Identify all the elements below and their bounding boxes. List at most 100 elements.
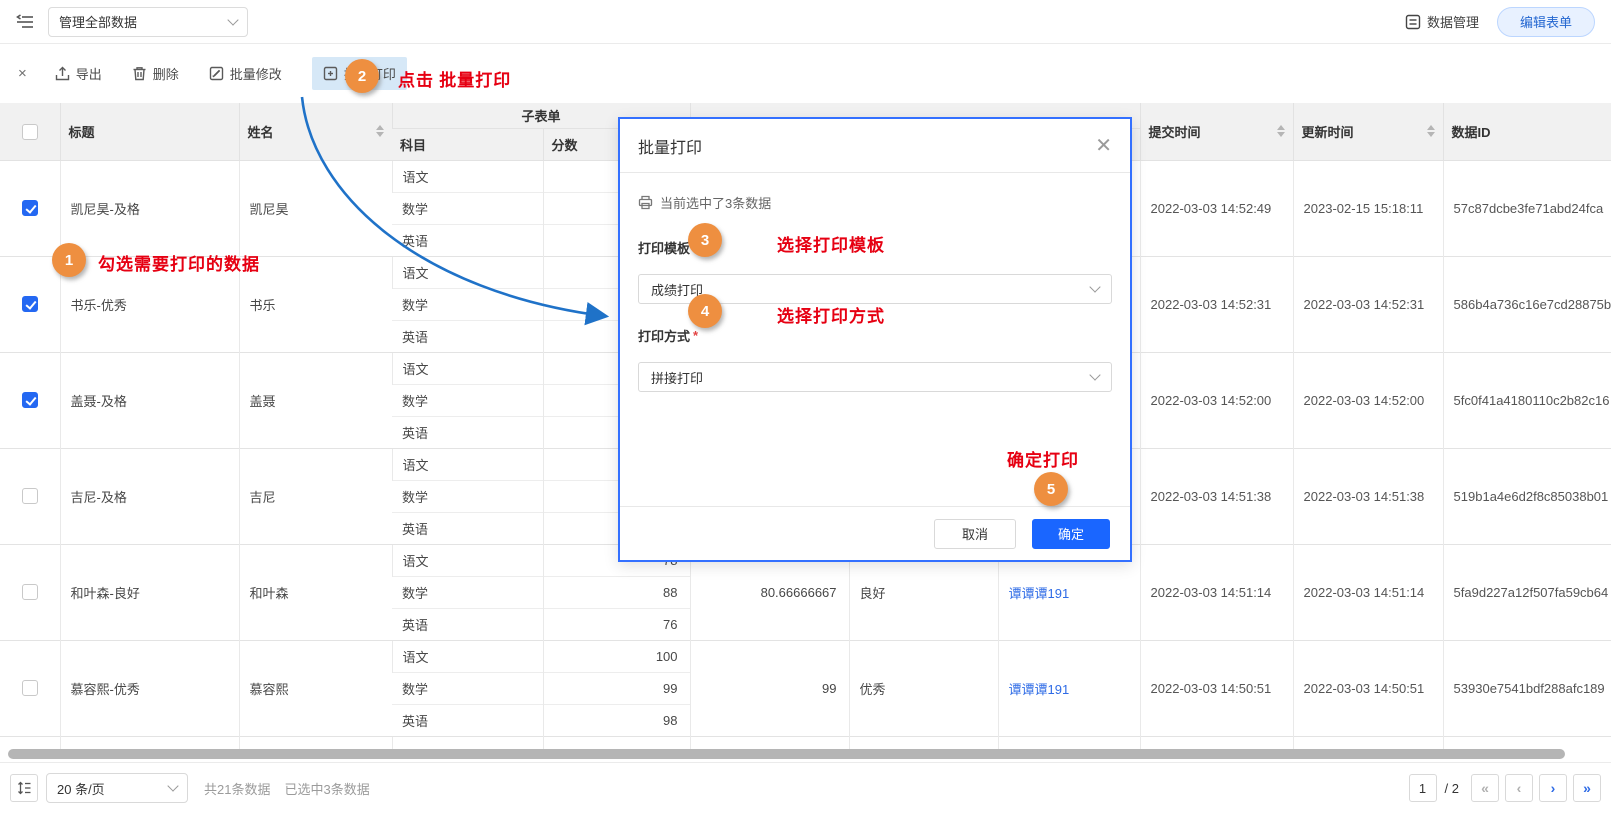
first-page-button[interactable]: « <box>1471 774 1499 802</box>
page-size-select[interactable]: 20 条/页 <box>46 773 188 803</box>
cell-subject: 英语 <box>392 224 543 256</box>
table-cell <box>239 736 392 749</box>
cell-title: 盖聂-及格 <box>60 352 239 448</box>
cell-subject: 语文 <box>392 256 543 288</box>
selected-count-label: 已选中3条数据 <box>284 779 369 798</box>
print-icon <box>323 66 338 81</box>
cell-update-time: 2022-03-03 14:52:31 <box>1293 256 1443 352</box>
cell-name: 和叶森 <box>239 544 392 640</box>
next-page-button[interactable]: › <box>1539 774 1567 802</box>
total-count-label: 共21条数据 <box>204 779 270 798</box>
cell-average: 99 <box>690 640 849 736</box>
page-input[interactable]: 1 <box>1409 774 1437 802</box>
step-text-4: 选择打印方式 <box>777 302 885 327</box>
cell-name: 吉尼 <box>239 448 392 544</box>
table-cell <box>1140 736 1293 749</box>
row-checkbox-cell <box>0 640 60 736</box>
row-checkbox[interactable] <box>22 680 38 696</box>
footer-bar: 20 条/页 共21条数据 已选中3条数据 1 / 2 « ‹ › » <box>0 762 1611 813</box>
cell-name: 慕容熙 <box>239 640 392 736</box>
cell-subject: 英语 <box>392 416 543 448</box>
table-cell <box>690 736 849 749</box>
cell-title: 和叶森-良好 <box>60 544 239 640</box>
sort-icon[interactable] <box>1427 125 1435 137</box>
cell-subject: 语文 <box>392 448 543 480</box>
cell-name: 书乐 <box>239 256 392 352</box>
edit-form-button[interactable]: 编辑表单 <box>1497 7 1595 37</box>
cell-link: 谭谭谭191 <box>998 640 1140 736</box>
data-manage-button[interactable]: 数据管理 <box>1405 12 1479 31</box>
cell-update-time: 2022-03-03 14:50:51 <box>1293 640 1443 736</box>
print-mode-select[interactable]: 拼接打印 <box>638 362 1112 392</box>
cell-score: 98 <box>543 704 690 736</box>
step-text-2: 点击 批量打印 <box>398 66 511 91</box>
row-checkbox[interactable] <box>22 392 38 408</box>
cell-subject: 英语 <box>392 320 543 352</box>
cell-user-link[interactable]: 谭谭谭191 <box>1009 586 1070 601</box>
column-header-update-time[interactable]: 更新时间 <box>1293 103 1443 160</box>
sort-icon[interactable] <box>1277 125 1285 137</box>
cell-submit-time: 2022-03-03 14:50:51 <box>1140 640 1293 736</box>
column-header-name[interactable]: 姓名 <box>239 103 392 160</box>
cell-subject: 语文 <box>392 352 543 384</box>
cell-user-link[interactable]: 谭谭谭191 <box>1009 682 1070 697</box>
sort-icon[interactable] <box>376 125 384 137</box>
required-mark: * <box>693 328 698 343</box>
confirm-button[interactable]: 确定 <box>1032 519 1110 549</box>
table-cell <box>849 736 998 749</box>
clear-selection-button[interactable]: × <box>18 65 27 82</box>
cell-title: 慕容熙-优秀 <box>60 640 239 736</box>
export-button[interactable]: 导出 <box>55 64 102 83</box>
cell-score: 99 <box>543 672 690 704</box>
batch-toolbar: × 导出 删除 批量修改 <box>0 44 1611 103</box>
step-badge-5: 5 <box>1034 472 1068 506</box>
prev-page-button[interactable]: ‹ <box>1505 774 1533 802</box>
delete-button[interactable]: 删除 <box>132 64 179 83</box>
table-cell <box>0 736 60 749</box>
printer-icon <box>638 195 653 210</box>
form-icon <box>1405 14 1421 30</box>
row-checkbox-cell <box>0 256 60 352</box>
cell-subject: 英语 <box>392 704 543 736</box>
column-header-data-id[interactable]: 数据ID <box>1443 103 1611 160</box>
cell-submit-time: 2022-03-03 14:52:00 <box>1140 352 1293 448</box>
edit-icon <box>209 66 224 81</box>
data-manage-label: 数据管理 <box>1427 12 1479 31</box>
close-icon[interactable]: ✕ <box>1095 136 1112 156</box>
page-total-label: / 2 <box>1445 781 1459 796</box>
table-cell <box>60 736 239 749</box>
row-checkbox[interactable] <box>22 488 38 504</box>
cell-submit-time: 2022-03-03 14:52:31 <box>1140 256 1293 352</box>
table-row-partial <box>0 736 1611 749</box>
cell-data-id: 586b4a736c16e7cd28875b <box>1443 256 1611 352</box>
select-all-checkbox[interactable] <box>22 124 38 140</box>
table-row: 慕容熙-优秀慕容熙语文10099优秀谭谭谭1912022-03-03 14:50… <box>0 640 1611 672</box>
horizontal-scrollbar[interactable] <box>8 749 1565 759</box>
cell-name: 凯尼昊 <box>239 160 392 256</box>
cell-score: 88 <box>543 576 690 608</box>
data-scope-value: 管理全部数据 <box>59 12 137 31</box>
cell-subject: 数学 <box>392 576 543 608</box>
cancel-button[interactable]: 取消 <box>934 519 1016 549</box>
cell-score: 100 <box>543 640 690 672</box>
trash-icon <box>132 66 147 81</box>
column-header-submit-time[interactable]: 提交时间 <box>1140 103 1293 160</box>
collapse-sidebar-icon[interactable] <box>16 12 36 32</box>
cell-subject: 语文 <box>392 160 543 192</box>
column-header-title[interactable]: 标题 <box>60 103 239 160</box>
row-height-button[interactable] <box>10 774 38 802</box>
last-page-button[interactable]: » <box>1573 774 1601 802</box>
step-badge-3: 3 <box>688 223 722 257</box>
table-cell <box>392 736 543 749</box>
batch-edit-button[interactable]: 批量修改 <box>209 64 282 83</box>
data-scope-select[interactable]: 管理全部数据 <box>48 7 248 37</box>
row-checkbox-cell <box>0 544 60 640</box>
cell-update-time: 2022-03-03 14:52:00 <box>1293 352 1443 448</box>
cell-name: 盖聂 <box>239 352 392 448</box>
row-checkbox[interactable] <box>22 200 38 216</box>
row-checkbox[interactable] <box>22 296 38 312</box>
row-checkbox[interactable] <box>22 584 38 600</box>
step-badge-2: 2 <box>345 59 379 93</box>
cell-subject: 英语 <box>392 608 543 640</box>
cell-data-id: 519b1a4e6d2f8c85038b01 <box>1443 448 1611 544</box>
